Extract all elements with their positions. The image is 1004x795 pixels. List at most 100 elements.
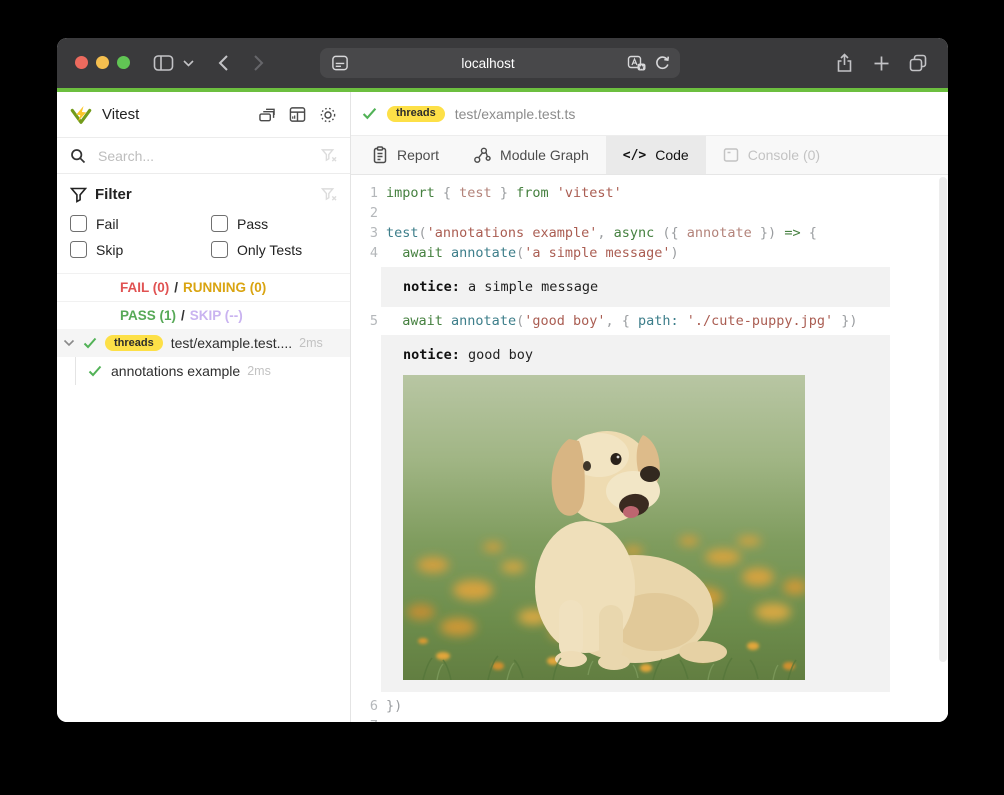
url-text[interactable]: localhost [349,56,627,71]
tab-console[interactable]: Console (0) [706,136,837,174]
annotation-text: a simple message [460,279,598,295]
file-path: test/example.test.ts [455,106,576,122]
minimize-window-button[interactable] [96,56,109,69]
tab-label: Report [397,147,439,163]
stat-pass: PASS (1) [120,308,176,323]
code-brackets-icon: </> [623,148,646,163]
report-clipboard-icon [372,146,388,164]
annotation-label: notice: [403,347,460,363]
page-format-icon[interactable] [331,54,349,72]
module-graph-icon [473,147,491,164]
line-number: 7 [351,716,386,722]
chevron-down-icon[interactable] [63,339,75,347]
dashboard-panel-icon[interactable] [289,106,306,123]
tab-overview-icon[interactable] [908,53,928,73]
annotation-notice: notice: a simple message [381,267,890,307]
checkbox-label: Only Tests [237,242,302,258]
clear-search-filter-icon[interactable] [321,148,337,163]
zoom-window-button[interactable] [117,56,130,69]
search-bar [57,138,350,174]
duration-label: 2ms [247,364,271,378]
checkbox-label: Fail [96,216,119,232]
console-icon [723,147,739,163]
search-icon [70,148,86,164]
code-editor[interactable]: 1import { test } from 'vitest'23test('an… [351,175,948,722]
selected-file-header: threads test/example.test.ts [351,92,948,136]
annotation-label: notice: [403,279,460,295]
code-lines: 1import { test } from 'vitest'23test('an… [351,183,948,722]
tab-label: Console (0) [748,147,820,163]
pass-check-icon [88,365,102,377]
stat-fail: FAIL (0) [120,280,169,295]
filter-checkbox-skip[interactable]: Skip [70,241,211,258]
test-case-row[interactable]: annotations example 2ms [57,357,350,385]
browser-titlebar: localhost [57,38,948,88]
stat-skip: SKIP (--) [190,308,243,323]
line-number: 2 [351,203,386,223]
code-line: 4 await annotate('a simple message') [351,243,948,263]
code-line: 6}) [351,696,948,716]
pool-badge: threads [105,335,163,351]
code-line: 1import { test } from 'vitest' [351,183,948,203]
pool-badge: threads [387,106,445,122]
code-line-content: import { test } from 'vitest' [386,183,622,203]
code-line-content: await annotate('a simple message') [386,243,679,263]
address-bar[interactable]: localhost [320,48,680,78]
stat-running: RUNNING (0) [183,280,266,295]
theme-toggle-sun-icon[interactable] [319,106,337,124]
stat-separator: / [181,308,185,323]
filter-checkbox-pass[interactable]: Pass [211,215,337,232]
filter-title: Filter [95,186,132,203]
filter-checkbox-fail[interactable]: Fail [70,215,211,232]
collapse-tests-icon[interactable] [258,107,276,123]
chevron-down-icon[interactable] [183,60,194,67]
back-button[interactable] [217,54,230,72]
puppy-image [403,375,805,680]
code-line: 5 await annotate('good boy', { path: './… [351,311,948,331]
filter-checkbox-only-tests[interactable]: Only Tests [211,241,337,258]
tab-code[interactable]: </> Code [606,136,706,174]
sidebar-header: Vitest [57,92,350,138]
close-window-button[interactable] [75,56,88,69]
checkbox-label: Pass [237,216,268,232]
app-title: Vitest [102,106,139,123]
code-line-content: await annotate('good boy', { path: './cu… [386,311,858,331]
test-case-name: annotations example [111,363,240,379]
tab-label: Code [655,147,688,163]
translate-icon[interactable] [627,55,647,72]
tab-label: Module Graph [500,147,589,163]
browser-window: localhost Vitest [57,38,948,722]
tab-report[interactable]: Report [355,136,456,174]
vitest-logo-icon [70,104,92,126]
sidebar: Vitest [57,92,351,722]
annotation-notice: notice: good boy [381,335,890,692]
line-number: 3 [351,223,386,243]
reload-icon[interactable] [655,55,670,71]
new-tab-icon[interactable] [873,55,890,72]
code-line-content: test('annotations example', async ({ ann… [386,223,817,243]
checkbox[interactable] [211,241,228,258]
tab-module-graph[interactable]: Module Graph [456,136,606,174]
sidebar-toggle-icon[interactable] [153,53,174,73]
stat-separator: / [174,280,178,295]
test-file-row[interactable]: threads test/example.test.... 2ms [57,329,350,357]
checkbox[interactable] [211,215,228,232]
forward-button[interactable] [252,54,265,72]
main-panel: threads test/example.test.ts Report Modu… [351,92,948,722]
checkbox[interactable] [70,241,87,258]
search-input[interactable] [96,147,321,165]
share-icon[interactable] [836,53,853,73]
annotation-text: good boy [460,347,533,363]
pass-check-icon [362,107,377,120]
tab-bar: Report Module Graph </> Code Console [351,136,948,175]
clear-filter-icon[interactable] [321,187,337,202]
code-line: 7 [351,716,948,722]
filter-funnel-icon [70,187,87,203]
checkbox[interactable] [70,215,87,232]
test-file-name: test/example.test.... [171,335,292,351]
checkbox-label: Skip [96,242,123,258]
line-number: 6 [351,696,386,716]
scrollbar-thumb[interactable] [939,177,947,662]
code-line-content: }) [386,696,402,716]
duration-label: 2ms [299,336,323,350]
